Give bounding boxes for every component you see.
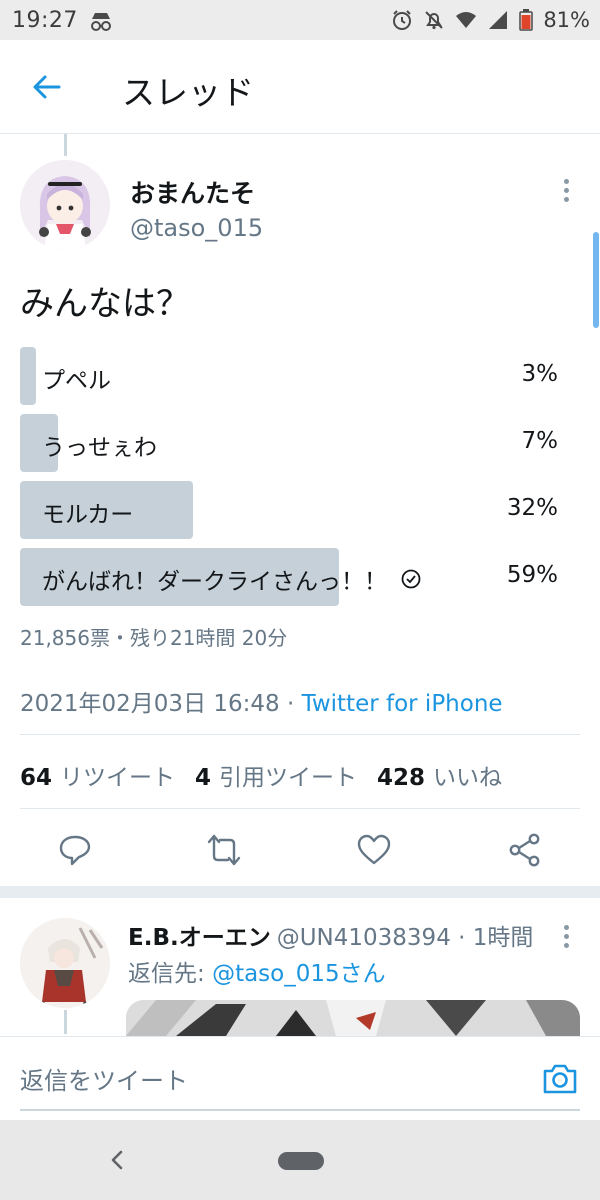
reply-to-mention[interactable]: @taso_015さん (212, 961, 386, 987)
input-underline (20, 1109, 580, 1111)
reply-header: E.B.オーエン @UN41038394 · 1時間 (128, 918, 533, 952)
tweet-text: みんなは？ (20, 284, 190, 324)
poll-option[interactable]: うっせぇわ 7% (20, 414, 560, 472)
more-dot (563, 933, 569, 939)
alarm-icon (393, 10, 412, 30)
reply-avatar-illustration (20, 918, 110, 1008)
reply-media-illustration (126, 1000, 580, 1036)
more-options-button[interactable] (552, 174, 580, 206)
tweet-actions (0, 822, 600, 880)
avatar[interactable] (20, 160, 110, 250)
nav-back-icon[interactable] (104, 1146, 130, 1174)
poll-option-percent: 32% (506, 495, 558, 521)
thread-connector (64, 1010, 67, 1034)
back-button[interactable] (26, 66, 68, 108)
reply-author-handle[interactable]: @UN41038394 · 1時間 (277, 925, 534, 951)
app-bar: スレッド (0, 40, 600, 134)
reply-to-prefix: 返信先: (128, 961, 213, 987)
check-circle-icon (401, 569, 421, 589)
author-name[interactable]: おまんたそ (130, 174, 255, 210)
status-bar: 19:27 81% (0, 0, 600, 40)
reply-avatar[interactable] (20, 918, 110, 1008)
poll-option[interactable]: がんばれ！ダークライさんっ！！ 59% (20, 548, 560, 606)
camera-icon[interactable] (540, 1059, 580, 1099)
poll-option-label: モルカー (42, 502, 134, 528)
poll-option-label: がんばれ！ダークライさんっ！！ (42, 562, 421, 596)
signal-icon (489, 11, 508, 29)
retweet-icon[interactable] (206, 832, 242, 868)
reply-to-line: 返信先: @taso_015さん (128, 954, 386, 988)
poll-option-percent: 3% (521, 361, 559, 387)
nav-home-pill[interactable] (278, 1152, 324, 1170)
reply-icon[interactable] (57, 832, 93, 868)
more-dot (563, 942, 569, 948)
poll-option-percent: 7% (521, 428, 559, 454)
tweet-timestamp: 2021年02月03日 16:48 · Twitter for iPhone (20, 684, 503, 718)
reply-input[interactable]: 返信をツイート (20, 1061, 188, 1096)
poll-option-label: プペル (42, 368, 111, 394)
heart-icon[interactable] (356, 832, 392, 868)
more-dot (563, 187, 569, 193)
reply-media-image[interactable] (126, 1000, 580, 1036)
arrow-left-icon (33, 75, 61, 99)
reply-author-name[interactable]: E.B.オーエン (128, 925, 271, 951)
author-handle[interactable]: @taso_015 (130, 214, 263, 242)
avatar-illustration (20, 160, 110, 250)
more-dot (563, 178, 569, 184)
divider (20, 808, 580, 809)
battery-icon (519, 9, 534, 31)
page-title: スレッド (122, 73, 254, 112)
quotes-stat[interactable]: 4 引用ツイート (195, 758, 357, 792)
retweets-stat[interactable]: 64 リツイート (20, 758, 175, 792)
poll-meta: 21,856票・残り21時間 20分 (20, 626, 288, 650)
section-separator (0, 886, 600, 898)
poll-option[interactable]: プペル 3% (20, 347, 560, 405)
compose-bar: 返信をツイート (0, 1036, 600, 1120)
timestamp-text: 2021年02月03日 16:48 · (20, 691, 302, 717)
source-link[interactable]: Twitter for iPhone (302, 691, 503, 717)
thread-connector (64, 134, 67, 156)
wifi-icon (456, 12, 477, 28)
share-icon[interactable] (507, 832, 543, 868)
scrollbar[interactable] (593, 232, 599, 328)
more-dot (563, 196, 569, 202)
incognito-icon (91, 13, 111, 31)
reply-more-options-button[interactable] (552, 920, 580, 952)
poll-bar (20, 347, 37, 405)
poll-option-label: うっせぇわ (42, 435, 157, 461)
likes-stat[interactable]: 428 いいね (377, 758, 502, 792)
notifications-off-icon (425, 11, 444, 30)
tweet-stats: 64 リツイート 4 引用ツイート 428 いいね (20, 758, 502, 792)
poll-option[interactable]: モルカー 32% (20, 481, 560, 539)
status-time: 19:27 (12, 8, 78, 33)
poll-option-percent: 59% (506, 562, 558, 588)
more-dot (563, 924, 569, 930)
divider (20, 734, 580, 735)
battery-percent: 81% (543, 8, 590, 32)
